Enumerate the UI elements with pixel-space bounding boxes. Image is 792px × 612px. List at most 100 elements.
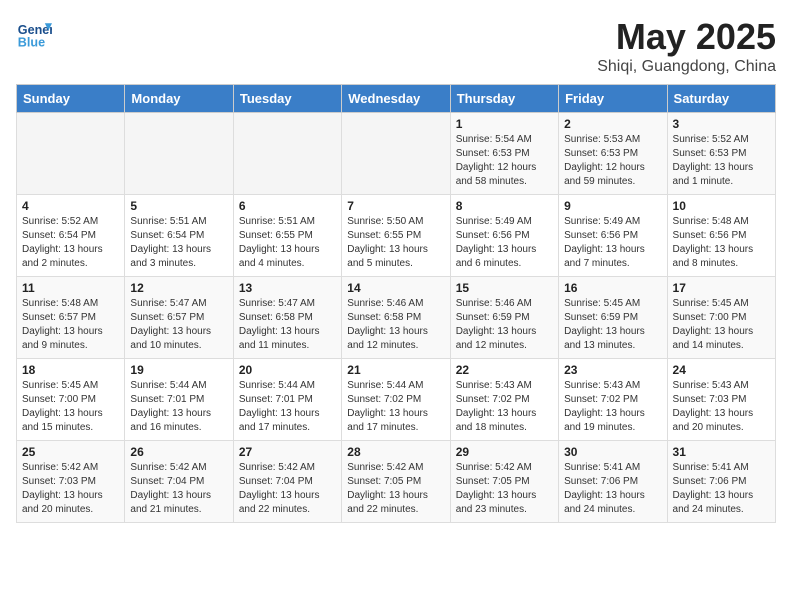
day-info: Sunrise: 5:49 AM Sunset: 6:56 PM Dayligh… (564, 215, 661, 271)
day-number: 27 (239, 445, 336, 459)
calendar-cell (125, 113, 233, 195)
calendar-cell: 16 Sunrise: 5:45 AM Sunset: 6:59 PM Dayli… (559, 277, 667, 359)
day-info: Sunrise: 5:45 AM Sunset: 6:59 PM Dayligh… (564, 297, 661, 353)
calendar-cell: 4Sunrise: 5:52 AM Sunset: 6:54 PM Daylig… (17, 195, 125, 277)
calendar-week-row: 11 Sunrise: 5:48 AM Sunset: 6:57 PM Dayli… (17, 277, 776, 359)
day-info: Sunrise: 5:44 AM Sunset: 7:01 PM Dayligh… (130, 379, 227, 435)
day-info: Sunrise: 5:46 AM Sunset: 6:59 PM Dayligh… (456, 297, 553, 353)
calendar-cell: 26Sunrise: 5:42 AM Sunset: 7:04 PM Dayli… (125, 441, 233, 523)
svg-text:Blue: Blue (18, 36, 45, 50)
calendar-cell: 20 Sunrise: 5:44 AM Sunset: 7:01 PM Dayli… (233, 359, 341, 441)
calendar-cell: 10 Sunrise: 5:48 AM Sunset: 6:56 PM Dayli… (667, 195, 775, 277)
calendar-cell: 14 Sunrise: 5:46 AM Sunset: 6:58 PM Dayli… (342, 277, 450, 359)
day-info: Sunrise: 5:42 AM Sunset: 7:03 PM Dayligh… (22, 461, 119, 517)
day-info: Sunrise: 5:47 AM Sunset: 6:57 PM Dayligh… (130, 297, 227, 353)
logo: General Blue (16, 16, 52, 52)
calendar-week-row: 1Sunrise: 5:54 AM Sunset: 6:53 PM Daylig… (17, 113, 776, 195)
calendar-cell: 25 Sunrise: 5:42 AM Sunset: 7:03 PM Dayli… (17, 441, 125, 523)
calendar-cell: 3Sunrise: 5:52 AM Sunset: 6:53 PM Daylig… (667, 113, 775, 195)
day-info: Sunrise: 5:51 AM Sunset: 6:55 PM Dayligh… (239, 215, 336, 271)
calendar-cell: 28 Sunrise: 5:42 AM Sunset: 7:05 PM Dayli… (342, 441, 450, 523)
calendar-week-row: 4Sunrise: 5:52 AM Sunset: 6:54 PM Daylig… (17, 195, 776, 277)
day-info: Sunrise: 5:46 AM Sunset: 6:58 PM Dayligh… (347, 297, 444, 353)
calendar-cell: 1Sunrise: 5:54 AM Sunset: 6:53 PM Daylig… (450, 113, 558, 195)
day-number: 14 (347, 281, 444, 295)
calendar-cell: 15 Sunrise: 5:46 AM Sunset: 6:59 PM Dayli… (450, 277, 558, 359)
day-info: Sunrise: 5:47 AM Sunset: 6:58 PM Dayligh… (239, 297, 336, 353)
weekday-header: Sunday (17, 85, 125, 113)
calendar-cell: 27 Sunrise: 5:42 AM Sunset: 7:04 PM Dayli… (233, 441, 341, 523)
calendar-cell: 9Sunrise: 5:49 AM Sunset: 6:56 PM Daylig… (559, 195, 667, 277)
weekday-header: Saturday (667, 85, 775, 113)
calendar-cell: 18 Sunrise: 5:45 AM Sunset: 7:00 PM Dayli… (17, 359, 125, 441)
day-number: 16 (564, 281, 661, 295)
logo-icon: General Blue (16, 16, 52, 52)
calendar-cell: 23 Sunrise: 5:43 AM Sunset: 7:02 PM Dayli… (559, 359, 667, 441)
day-number: 8 (456, 199, 553, 213)
day-number: 31 (673, 445, 770, 459)
day-info: Sunrise: 5:43 AM Sunset: 7:02 PM Dayligh… (564, 379, 661, 435)
day-number: 30 (564, 445, 661, 459)
day-info: Sunrise: 5:50 AM Sunset: 6:55 PM Dayligh… (347, 215, 444, 271)
day-number: 28 (347, 445, 444, 459)
day-number: 24 (673, 363, 770, 377)
day-info: Sunrise: 5:42 AM Sunset: 7:04 PM Dayligh… (239, 461, 336, 517)
day-number: 18 (22, 363, 119, 377)
day-info: Sunrise: 5:51 AM Sunset: 6:54 PM Dayligh… (130, 215, 227, 271)
day-info: Sunrise: 5:53 AM Sunset: 6:53 PM Dayligh… (564, 133, 661, 189)
calendar-table: SundayMondayTuesdayWednesdayThursdayFrid… (16, 84, 776, 523)
calendar-body: 1Sunrise: 5:54 AM Sunset: 6:53 PM Daylig… (17, 113, 776, 523)
page-header: General Blue May 2025 Shiqi, Guangdong, … (16, 16, 776, 76)
calendar-cell: 8Sunrise: 5:49 AM Sunset: 6:56 PM Daylig… (450, 195, 558, 277)
calendar-cell: 24Sunrise: 5:43 AM Sunset: 7:03 PM Dayli… (667, 359, 775, 441)
day-number: 25 (22, 445, 119, 459)
calendar-cell: 11 Sunrise: 5:48 AM Sunset: 6:57 PM Dayli… (17, 277, 125, 359)
calendar-cell (17, 113, 125, 195)
day-number: 19 (130, 363, 227, 377)
day-number: 23 (564, 363, 661, 377)
calendar-cell: 21 Sunrise: 5:44 AM Sunset: 7:02 PM Dayli… (342, 359, 450, 441)
day-info: Sunrise: 5:45 AM Sunset: 7:00 PM Dayligh… (22, 379, 119, 435)
day-info: Sunrise: 5:44 AM Sunset: 7:01 PM Dayligh… (239, 379, 336, 435)
weekday-header: Tuesday (233, 85, 341, 113)
calendar-cell: 29Sunrise: 5:42 AM Sunset: 7:05 PM Dayli… (450, 441, 558, 523)
calendar-cell: 19 Sunrise: 5:44 AM Sunset: 7:01 PM Dayli… (125, 359, 233, 441)
calendar-cell: 12Sunrise: 5:47 AM Sunset: 6:57 PM Dayli… (125, 277, 233, 359)
day-number: 2 (564, 117, 661, 131)
calendar-cell: 5 Sunrise: 5:51 AM Sunset: 6:54 PM Daylig… (125, 195, 233, 277)
calendar-cell: 22Sunrise: 5:43 AM Sunset: 7:02 PM Dayli… (450, 359, 558, 441)
day-info: Sunrise: 5:48 AM Sunset: 6:56 PM Dayligh… (673, 215, 770, 271)
day-number: 29 (456, 445, 553, 459)
day-number: 20 (239, 363, 336, 377)
day-number: 10 (673, 199, 770, 213)
location-title: Shiqi, Guangdong, China (597, 58, 776, 76)
day-number: 13 (239, 281, 336, 295)
day-info: Sunrise: 5:48 AM Sunset: 6:57 PM Dayligh… (22, 297, 119, 353)
day-number: 15 (456, 281, 553, 295)
day-info: Sunrise: 5:41 AM Sunset: 7:06 PM Dayligh… (564, 461, 661, 517)
day-number: 11 (22, 281, 119, 295)
day-number: 17 (673, 281, 770, 295)
day-number: 26 (130, 445, 227, 459)
calendar-cell: 2 Sunrise: 5:53 AM Sunset: 6:53 PM Daylig… (559, 113, 667, 195)
day-number: 5 (130, 199, 227, 213)
weekday-header: Friday (559, 85, 667, 113)
calendar-cell: 6Sunrise: 5:51 AM Sunset: 6:55 PM Daylig… (233, 195, 341, 277)
calendar-week-row: 18 Sunrise: 5:45 AM Sunset: 7:00 PM Dayli… (17, 359, 776, 441)
calendar-cell: 31 Sunrise: 5:41 AM Sunset: 7:06 PM Dayli… (667, 441, 775, 523)
calendar-cell: 13 Sunrise: 5:47 AM Sunset: 6:58 PM Dayli… (233, 277, 341, 359)
weekday-row: SundayMondayTuesdayWednesdayThursdayFrid… (17, 85, 776, 113)
day-number: 21 (347, 363, 444, 377)
weekday-header: Wednesday (342, 85, 450, 113)
calendar-cell: 7Sunrise: 5:50 AM Sunset: 6:55 PM Daylig… (342, 195, 450, 277)
calendar-cell: 17 Sunrise: 5:45 AM Sunset: 7:00 PM Dayli… (667, 277, 775, 359)
day-info: Sunrise: 5:44 AM Sunset: 7:02 PM Dayligh… (347, 379, 444, 435)
day-info: Sunrise: 5:42 AM Sunset: 7:05 PM Dayligh… (347, 461, 444, 517)
weekday-header: Monday (125, 85, 233, 113)
day-info: Sunrise: 5:41 AM Sunset: 7:06 PM Dayligh… (673, 461, 770, 517)
day-info: Sunrise: 5:54 AM Sunset: 6:53 PM Dayligh… (456, 133, 553, 189)
day-info: Sunrise: 5:45 AM Sunset: 7:00 PM Dayligh… (673, 297, 770, 353)
calendar-cell: 30 Sunrise: 5:41 AM Sunset: 7:06 PM Dayli… (559, 441, 667, 523)
day-info: Sunrise: 5:52 AM Sunset: 6:54 PM Dayligh… (22, 215, 119, 271)
calendar-header: SundayMondayTuesdayWednesdayThursdayFrid… (17, 85, 776, 113)
